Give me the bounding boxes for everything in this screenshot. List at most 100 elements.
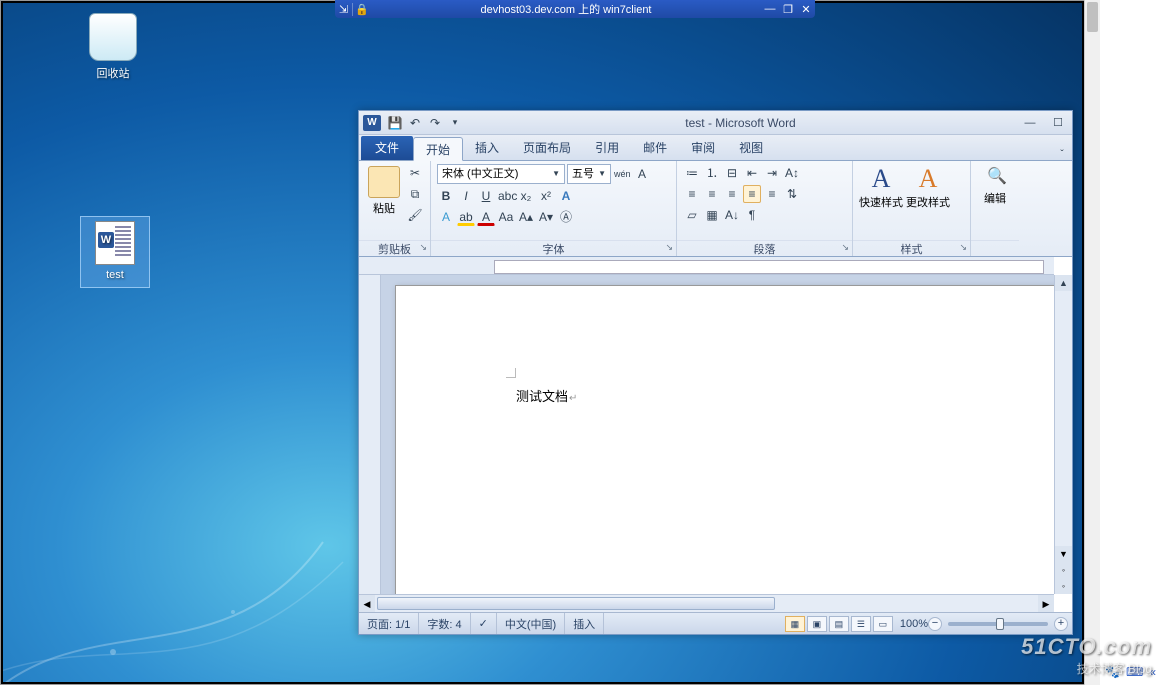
clipboard-launcher-icon[interactable]: ↘	[419, 242, 427, 253]
italic-button[interactable]: I	[457, 187, 475, 205]
paragraph-launcher-icon[interactable]: ↘	[841, 242, 849, 253]
bullets-icon[interactable]: ≔	[683, 164, 701, 182]
hscroll-thumb[interactable]	[377, 597, 775, 610]
tab-mail[interactable]: 邮件	[631, 136, 679, 160]
view-print-layout-icon[interactable]: ▦	[785, 616, 805, 632]
grow-font-icon[interactable]: A▴	[517, 208, 535, 226]
multilevel-list-icon[interactable]: ⊟	[723, 164, 741, 182]
status-proofing[interactable]: ✓	[471, 613, 497, 634]
scroll-down-icon[interactable]: ▼	[1055, 546, 1072, 562]
font-size-combo[interactable]: 五号▼	[567, 164, 611, 184]
zoom-slider[interactable]	[948, 622, 1048, 626]
format-painter-icon[interactable]: 🖌	[406, 206, 424, 224]
tab-layout[interactable]: 页面布局	[511, 136, 583, 160]
minimize-button[interactable]: —	[1016, 114, 1044, 132]
sort-icon[interactable]: A↓	[723, 206, 741, 224]
win7-desktop[interactable]: 回收站 test W 💾 ↶ ↷ ▾ test - Microsoft Word…	[3, 3, 1082, 682]
quick-styles-button[interactable]: A 快速样式	[859, 164, 903, 210]
qat-save-icon[interactable]: 💾	[385, 116, 405, 130]
styles-launcher-icon[interactable]: ↘	[959, 242, 967, 253]
shading-icon[interactable]: ▱	[683, 206, 701, 224]
vertical-ruler[interactable]	[359, 275, 381, 594]
show-marks-icon[interactable]: ¶	[743, 206, 761, 224]
remote-session-titlebar[interactable]: ⇲ 🔒 devhost03.dev.com 上的 win7client — ❐ …	[335, 0, 815, 18]
view-draft-icon[interactable]: ▭	[873, 616, 893, 632]
distributed-icon[interactable]: ≡	[763, 185, 781, 203]
phonetic-guide-icon[interactable]: wén	[613, 165, 631, 183]
zoom-out-button[interactable]: −	[928, 617, 942, 631]
qat-redo-icon[interactable]: ↷	[425, 116, 445, 130]
zoom-in-button[interactable]: +	[1054, 617, 1068, 631]
prev-page-icon[interactable]: ◦	[1055, 562, 1072, 578]
editing-button[interactable]: 🔍 编辑	[977, 164, 1013, 206]
justify-icon[interactable]: ≡	[743, 185, 761, 203]
text-effects-icon[interactable]: A	[557, 187, 575, 205]
change-case-icon[interactable]: Aa	[497, 208, 515, 226]
character-border-icon[interactable]: A	[633, 165, 651, 183]
view-outline-icon[interactable]: ☰	[851, 616, 871, 632]
view-web-icon[interactable]: ▤	[829, 616, 849, 632]
status-mode[interactable]: 插入	[565, 613, 604, 634]
next-page-icon[interactable]: ◦	[1055, 578, 1072, 594]
text-direction-icon[interactable]: A↕	[783, 164, 801, 182]
status-words[interactable]: 字数: 4	[419, 613, 470, 634]
hscroll-track[interactable]	[375, 595, 1038, 612]
font-launcher-icon[interactable]: ↘	[665, 242, 673, 253]
align-center-icon[interactable]: ≡	[703, 185, 721, 203]
recycle-bin-icon[interactable]: 回收站	[78, 13, 148, 81]
tab-home[interactable]: 开始	[413, 137, 463, 161]
tab-insert[interactable]: 插入	[463, 136, 511, 160]
tab-file[interactable]: 文件	[361, 136, 413, 160]
underline-button[interactable]: U	[477, 187, 495, 205]
tray-chevron-icon[interactable]: «	[1149, 665, 1156, 679]
zoom-value[interactable]: 100%	[900, 618, 928, 630]
scroll-left-icon[interactable]: ◀	[359, 595, 375, 612]
change-styles-button[interactable]: A 更改样式	[906, 164, 950, 210]
numbering-icon[interactable]: ⒈	[703, 164, 721, 182]
tab-view[interactable]: 视图	[727, 136, 775, 160]
vscroll-track[interactable]	[1055, 291, 1072, 546]
viewer-vertical-scrollbar[interactable]	[1084, 0, 1100, 685]
shrink-font-icon[interactable]: A▾	[537, 208, 555, 226]
scroll-up-icon[interactable]: ▲	[1055, 275, 1072, 291]
horizontal-ruler[interactable]	[359, 257, 1054, 275]
clear-formatting-icon[interactable]: A	[437, 208, 455, 226]
enclose-characters-icon[interactable]: Ⓐ	[557, 208, 575, 226]
status-language[interactable]: 中文(中国)	[497, 613, 565, 634]
ribbon-minimize-icon[interactable]: ˇ	[1052, 149, 1072, 160]
rd-minimize-button[interactable]: —	[761, 3, 779, 15]
align-right-icon[interactable]: ≡	[723, 185, 741, 203]
tray-keyboard-icon[interactable]: ⌨	[1126, 665, 1143, 679]
maximize-button[interactable]: ☐	[1044, 114, 1072, 132]
scroll-right-icon[interactable]: ▶	[1038, 595, 1054, 612]
lock-icon[interactable]: 🔒	[353, 3, 371, 16]
word-titlebar[interactable]: W 💾 ↶ ↷ ▾ test - Microsoft Word — ☐	[359, 111, 1072, 135]
qat-undo-icon[interactable]: ↶	[405, 116, 425, 130]
status-page[interactable]: 页面: 1/1	[359, 613, 419, 634]
pin-icon[interactable]: ⇲	[335, 3, 353, 16]
decrease-indent-icon[interactable]: ⇤	[743, 164, 761, 182]
copy-icon[interactable]: ⧉	[406, 185, 424, 203]
desktop-file-test[interactable]: test	[80, 216, 150, 288]
document-page[interactable]: 测试文档↵	[395, 285, 1072, 594]
document-content[interactable]: 测试文档↵	[516, 386, 577, 405]
viewer-scroll-thumb[interactable]	[1087, 2, 1098, 32]
line-spacing-icon[interactable]: ⇅	[783, 185, 801, 203]
rd-restore-button[interactable]: ❐	[779, 3, 797, 16]
superscript-button[interactable]: x²	[537, 187, 555, 205]
cut-icon[interactable]: ✂	[406, 164, 424, 182]
subscript-button[interactable]: x₂	[517, 187, 535, 205]
borders-icon[interactable]: ▦	[703, 206, 721, 224]
tray-paw-icon[interactable]: 🐾	[1105, 665, 1120, 679]
bold-button[interactable]: B	[437, 187, 455, 205]
font-name-combo[interactable]: 宋体 (中文正文)▼	[437, 164, 565, 184]
vertical-scrollbar[interactable]: ▲ ▼ ◦ ◦	[1054, 275, 1072, 594]
paste-button[interactable]: 粘贴	[365, 164, 403, 216]
horizontal-scrollbar[interactable]: ◀ ▶	[359, 594, 1054, 612]
view-fullscreen-icon[interactable]: ▣	[807, 616, 827, 632]
increase-indent-icon[interactable]: ⇥	[763, 164, 781, 182]
strikethrough-button[interactable]: abc	[497, 187, 515, 205]
rd-close-button[interactable]: ✕	[797, 3, 815, 16]
qat-customize-icon[interactable]: ▾	[445, 117, 465, 128]
tab-review[interactable]: 审阅	[679, 136, 727, 160]
